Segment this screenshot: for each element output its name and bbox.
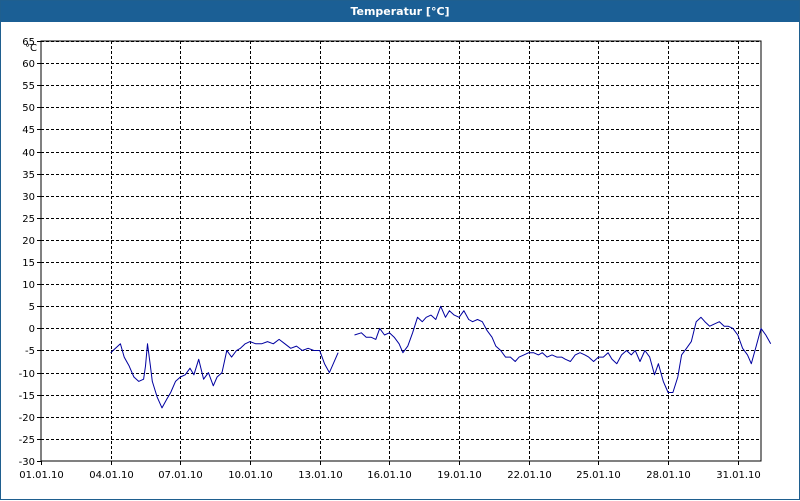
y-tick-label: 20 — [22, 236, 35, 247]
y-tick-label: 60 — [22, 59, 35, 70]
y-tick-label: -30 — [19, 457, 35, 468]
x-tick-label: 19.01.10 — [437, 470, 482, 481]
y-axis-unit-label: °C — [25, 43, 37, 54]
y-tick-label: 5 — [29, 302, 35, 313]
y-tick-label: 0 — [29, 324, 35, 335]
x-tick-labels: 01.01.10 04.01.10 07.01.10 10.01.10 13.01.10… — [19, 470, 761, 481]
y-tick-label: -15 — [19, 391, 35, 402]
x-tick-label: 25.01.10 — [576, 470, 621, 481]
y-tick-label: -10 — [19, 369, 35, 380]
y-tick-label: 50 — [22, 103, 35, 114]
y-tick-label: 40 — [22, 148, 35, 159]
x-tick-label: 13.01.10 — [298, 470, 343, 481]
chart-window: Temperatur [°C] -30 -25 -20 -15 -10 -5 0 5 10 15 2… — [0, 0, 800, 500]
y-tick-label: 10 — [22, 280, 35, 291]
x-tick-label: 31.01.10 — [716, 470, 761, 481]
y-tick-label: 15 — [22, 258, 35, 269]
x-tick-label: 28.01.10 — [646, 470, 691, 481]
y-tick-label: 35 — [22, 170, 35, 181]
x-tick-label: 10.01.10 — [228, 470, 273, 481]
x-tick-label: 16.01.10 — [367, 470, 412, 481]
y-tick-label: 30 — [22, 192, 35, 203]
x-tick-label: 04.01.10 — [89, 470, 134, 481]
y-tick-label: 45 — [22, 125, 35, 136]
y-tick-label: 25 — [22, 214, 35, 225]
x-tick-label: 01.01.10 — [19, 470, 64, 481]
x-tick-label: 22.01.10 — [507, 470, 552, 481]
temperature-chart: -30 -25 -20 -15 -10 -5 0 5 10 15 20 25 30 35 40 45 50 55 6… — [19, 37, 772, 481]
y-tick-label: -20 — [19, 413, 35, 424]
y-tick-labels: -30 -25 -20 -15 -10 -5 0 5 10 15 20 25 30 35 40 45 50 55 6… — [19, 37, 35, 468]
y-tick-label: -5 — [25, 346, 35, 357]
y-tick-label: 55 — [22, 81, 35, 92]
x-tick-label: 07.01.10 — [158, 470, 203, 481]
plot-area — [40, 40, 762, 462]
y-tick-label: -25 — [19, 435, 35, 446]
